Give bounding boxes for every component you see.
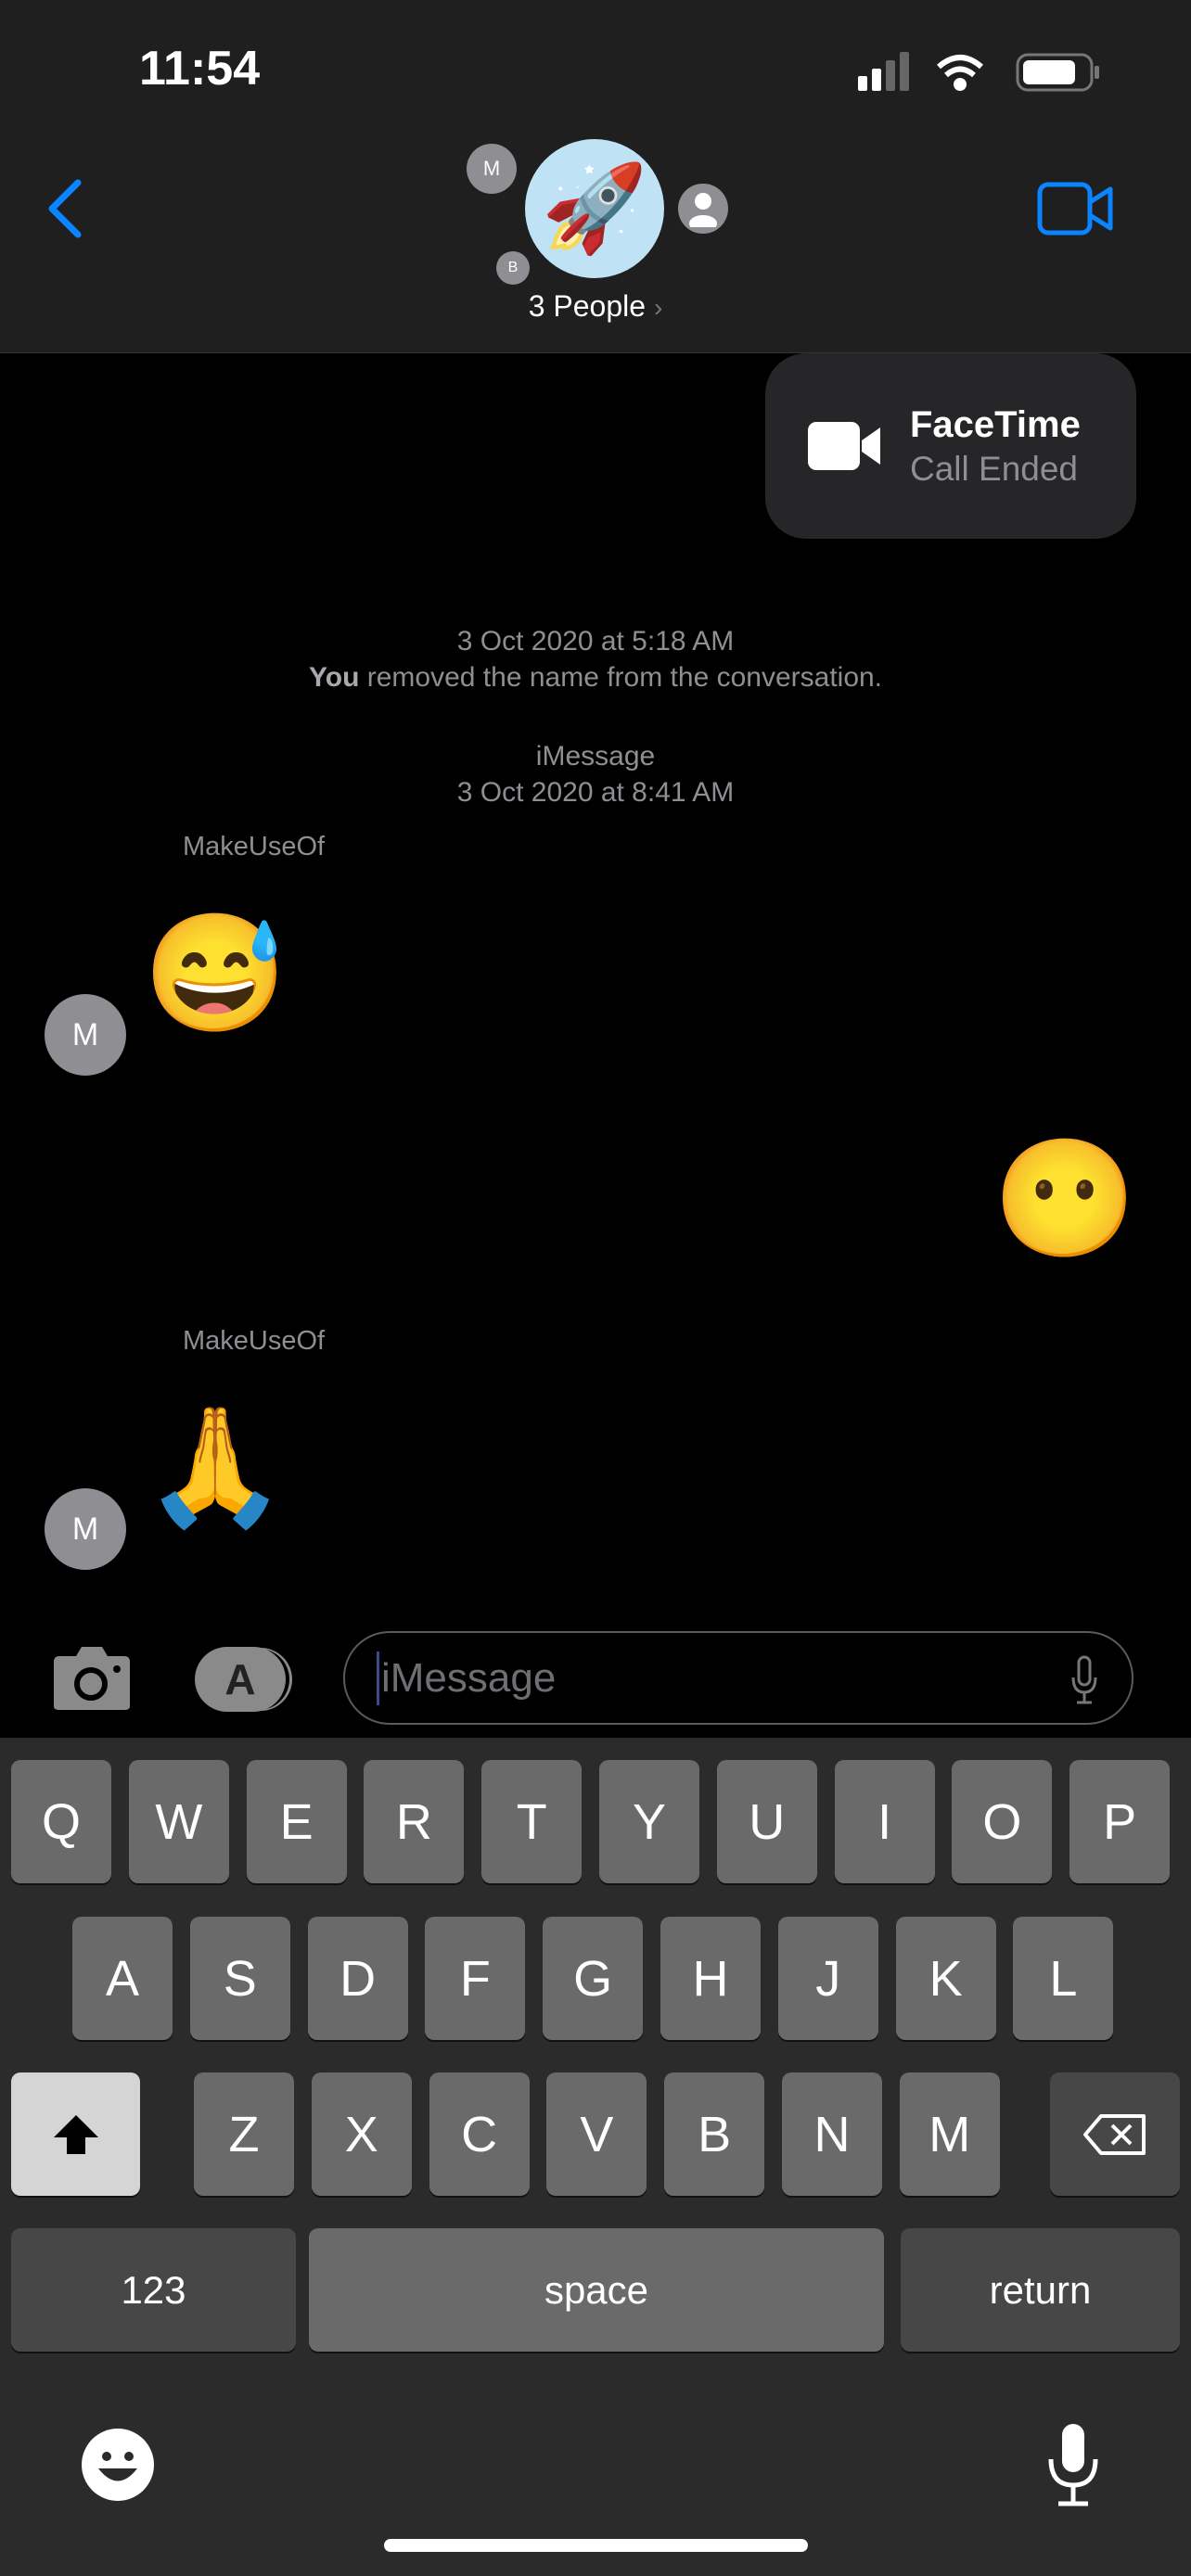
- back-chevron-icon[interactable]: [45, 179, 85, 238]
- message-input[interactable]: iMessage: [343, 1631, 1133, 1725]
- key-t[interactable]: T: [481, 1760, 583, 1883]
- chevron-right-icon: ›: [653, 293, 663, 322]
- message-emoji-pray[interactable]: 🙏: [143, 1409, 288, 1525]
- key-y[interactable]: Y: [599, 1760, 699, 1883]
- key-i[interactable]: I: [834, 1760, 935, 1883]
- numbers-key[interactable]: 123: [11, 2228, 296, 2352]
- facetime-video-icon[interactable]: [1037, 182, 1115, 236]
- message-emoji-sweat-smile[interactable]: 😅: [143, 916, 288, 1032]
- system-message-2: iMessage 3 Oct 2020 at 8:41 AM: [0, 738, 1191, 810]
- key-p[interactable]: P: [1069, 1760, 1171, 1883]
- key-f[interactable]: F: [425, 1917, 526, 2040]
- facetime-call-bubble[interactable]: FaceTime Call Ended: [765, 353, 1136, 539]
- emoji-keyboard-icon[interactable]: [80, 2427, 156, 2503]
- rocket-emoji: 🚀: [541, 160, 648, 256]
- key-m[interactable]: M: [899, 2072, 1000, 2196]
- key-h[interactable]: H: [660, 1917, 761, 2040]
- group-details-button[interactable]: 3 People ›: [0, 289, 1191, 324]
- key-d[interactable]: D: [307, 1917, 408, 2040]
- key-e[interactable]: E: [246, 1760, 347, 1883]
- wifi-icon: [937, 55, 983, 91]
- dictation-mic-icon[interactable]: [1045, 2422, 1101, 2507]
- key-w[interactable]: W: [128, 1760, 229, 1883]
- group-label: 3 People: [528, 289, 647, 323]
- sender-name: MakeUseOf: [183, 1326, 326, 1356]
- shift-arrow-icon: [53, 2114, 98, 2154]
- dictation-mic-icon[interactable]: [1070, 1655, 1098, 1705]
- service-label: iMessage: [535, 741, 656, 772]
- shift-key[interactable]: [11, 2072, 140, 2196]
- key-s[interactable]: S: [189, 1917, 290, 2040]
- avatar[interactable]: M: [45, 1488, 126, 1570]
- message-emoji-no-mouth[interactable]: 😶: [992, 1141, 1137, 1257]
- person-icon: [678, 184, 728, 234]
- member-avatar-m: M: [467, 144, 517, 194]
- timestamp: 3 Oct 2020 at 8:41 AM: [456, 777, 735, 808]
- home-indicator[interactable]: [384, 2539, 808, 2552]
- return-key[interactable]: return: [901, 2228, 1180, 2352]
- camera-icon[interactable]: [50, 1645, 134, 1712]
- backspace-icon: [1083, 2113, 1146, 2155]
- key-q[interactable]: Q: [11, 1760, 111, 1883]
- key-r[interactable]: R: [364, 1760, 465, 1883]
- status-icons: [858, 52, 1099, 92]
- delete-key[interactable]: [1050, 2072, 1180, 2196]
- battery-icon: [1016, 53, 1099, 92]
- key-a[interactable]: A: [72, 1917, 173, 2040]
- facetime-title: FaceTime: [910, 403, 1081, 445]
- actor: You: [308, 662, 360, 693]
- event-text: removed the name from the conversation.: [359, 662, 883, 693]
- signal-icon: [858, 52, 909, 91]
- system-message-1: 3 Oct 2020 at 5:18 AM You removed the na…: [0, 623, 1191, 695]
- key-u[interactable]: U: [716, 1760, 817, 1883]
- key-g[interactable]: G: [543, 1917, 644, 2040]
- input-placeholder: iMessage: [381, 1654, 557, 1701]
- key-v[interactable]: V: [546, 2072, 647, 2196]
- timestamp: 3 Oct 2020 at 5:18 AM: [456, 626, 735, 657]
- status-time: 11:54: [139, 42, 261, 96]
- sender-name: MakeUseOf: [183, 832, 326, 861]
- group-avatar[interactable]: 🚀: [525, 139, 664, 278]
- key-l[interactable]: L: [1013, 1917, 1114, 2040]
- facetime-subtitle: Call Ended: [910, 449, 1079, 488]
- key-k[interactable]: K: [895, 1917, 996, 2040]
- member-avatar-b: B: [496, 251, 530, 285]
- space-key[interactable]: space: [309, 2228, 884, 2352]
- key-j[interactable]: J: [777, 1917, 878, 2040]
- text-caret: [377, 1651, 379, 1705]
- app-store-icon[interactable]: A: [195, 1647, 286, 1712]
- key-x[interactable]: X: [311, 2072, 412, 2196]
- key-n[interactable]: N: [782, 2072, 882, 2196]
- key-z[interactable]: Z: [194, 2072, 294, 2196]
- key-b[interactable]: B: [664, 2072, 765, 2196]
- key-o[interactable]: O: [952, 1760, 1053, 1883]
- avatar[interactable]: M: [45, 994, 126, 1076]
- key-c[interactable]: C: [429, 2072, 530, 2196]
- video-camera-icon: [808, 422, 880, 470]
